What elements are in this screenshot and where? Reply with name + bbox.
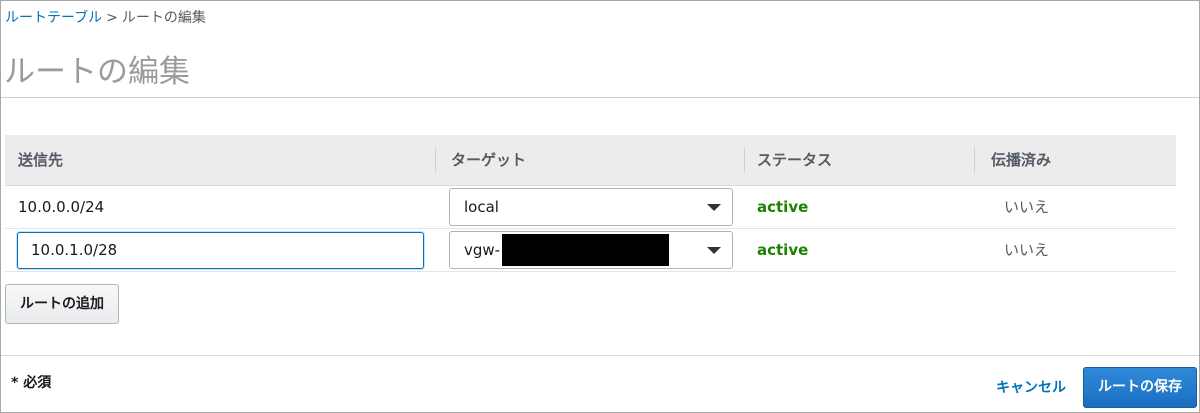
target-select-value: vgw-: [464, 241, 501, 259]
destination-value: 10.0.0.0/24: [18, 198, 105, 216]
header-status: ステータス: [757, 151, 833, 169]
status-badge: active: [757, 198, 809, 216]
redaction-block: [502, 234, 669, 266]
header-divider: [744, 147, 745, 173]
cancel-button[interactable]: キャンセル: [990, 371, 1072, 405]
header-propagated: 伝播済み: [991, 151, 1052, 169]
caret-down-icon: [707, 247, 721, 254]
propagated-value: いいえ: [1004, 241, 1050, 259]
routes-table: 送信先 ターゲット ステータス 伝播済み 10.0.0.0/24 local a…: [5, 135, 1176, 272]
footer-divider: [1, 355, 1199, 356]
destination-input[interactable]: 10.0.1.0/28: [17, 232, 424, 269]
breadcrumb-route-tables-link[interactable]: ルートテーブル: [5, 10, 102, 26]
save-routes-button[interactable]: ルートの保存: [1083, 367, 1197, 408]
status-badge: active: [757, 241, 809, 259]
header-divider: [435, 147, 436, 173]
breadcrumb-separator: >: [106, 10, 118, 26]
title-divider: [1, 97, 1199, 98]
required-note: * 必須: [11, 375, 52, 391]
add-route-button[interactable]: ルートの追加: [5, 284, 119, 324]
table-header: 送信先 ターゲット ステータス 伝播済み: [5, 135, 1176, 186]
target-select[interactable]: vgw-: [449, 231, 733, 269]
propagated-value: いいえ: [1004, 198, 1050, 216]
breadcrumb: ルートテーブル > ルートの編集: [5, 9, 206, 27]
caret-down-icon: [707, 204, 721, 211]
breadcrumb-current: ルートの編集: [121, 10, 206, 26]
table-row: 10.0.1.0/28 vgw- active いいえ: [5, 229, 1176, 272]
target-select[interactable]: local: [449, 188, 733, 226]
header-destination: 送信先: [18, 151, 64, 169]
header-divider: [974, 147, 975, 173]
target-select-value: local: [464, 198, 499, 216]
header-target: ターゲット: [451, 151, 527, 169]
page-title: ルートの編集: [4, 54, 190, 90]
table-row: 10.0.0.0/24 local active いいえ: [5, 186, 1176, 229]
